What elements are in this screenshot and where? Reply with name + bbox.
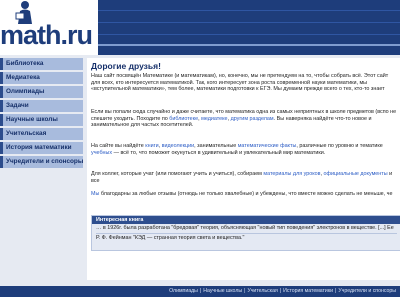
footer-link-teachers[interactable]: Учительская [247,288,277,294]
sidebar-item-founders[interactable]: Учредители и спонсоры [0,156,83,168]
lesson-materials-link[interactable]: материалы для уроков [263,171,320,177]
media-link[interactable]: медиатеке [201,116,227,122]
math-facts-link[interactable]: математические факты [238,143,297,149]
feedback-paragraph: Мы благодарны за любые отзывы (отнюдь не… [91,191,393,197]
interesting-book-box: Интересная книга … в 1926г. была разрабо… [91,215,400,251]
footer-links: Олимпиады | Научные школы | Учительская | Исто… [169,288,396,294]
sidebar-item-teachers[interactable]: Учительская [0,128,83,140]
sidebar-item-media[interactable]: Медиатека [0,72,83,84]
footer-link-history[interactable]: История математики [283,288,333,294]
footer-link-schools[interactable]: Научные школы [203,288,242,294]
feedback-link[interactable]: Мы [91,191,99,197]
site-footer: Олимпиады | Научные школы | Учительская | Исто… [0,286,400,297]
site-header: math.ru [0,0,400,55]
videolectures-link[interactable]: видеолекции [162,143,195,149]
sidebar-item-history[interactable]: История математики [0,142,83,154]
footer-link-olympiads[interactable]: Олимпиады [169,288,198,294]
logo[interactable]: math.ru [0,0,98,55]
colleagues-paragraph: Для коллег, которые учат (или помогают у… [91,171,393,184]
book-box-title: Интересная книга [92,216,400,224]
books-link[interactable]: книги [145,143,158,149]
library-link[interactable]: библиотеке [169,116,198,122]
visitor-paragraph: Если вы попали сюда случайно и даже счит… [91,109,397,129]
sidebar-nav: Библиотека Медиатека Олимпиады Задачи На… [0,58,83,170]
sidebar-item-olympiads[interactable]: Олимпиады [0,86,83,98]
content-paragraph: На сайте вы найдёте книги, видеолекции, … [91,143,383,156]
book-quote[interactable]: … в 1926г. была разработана "бредовая" т… [92,224,400,233]
page-title: Дорогие друзья! [91,61,161,71]
header-divider [98,44,400,46]
book-citation[interactable]: Р. Ф. Фейнман "КЭД — странная теория све… [92,234,400,243]
sidebar-item-library[interactable]: Библиотека [0,58,83,70]
main-content: Дорогие друзья! Наш сайт посвящён Матема… [87,58,400,280]
footer-link-founders[interactable]: Учредители и спонсоры [338,288,396,294]
other-sections-link[interactable]: другим разделам [231,116,274,122]
official-docs-link[interactable]: официальные документы [324,171,388,177]
intro-paragraph: Наш сайт посвящён Математике (и математи… [91,73,389,93]
sidebar-item-problems[interactable]: Задачи [0,100,83,112]
sidebar-item-schools[interactable]: Научные школы [0,114,83,126]
logo-text: math.ru [0,20,93,50]
study-link[interactable]: учебных [91,150,112,156]
